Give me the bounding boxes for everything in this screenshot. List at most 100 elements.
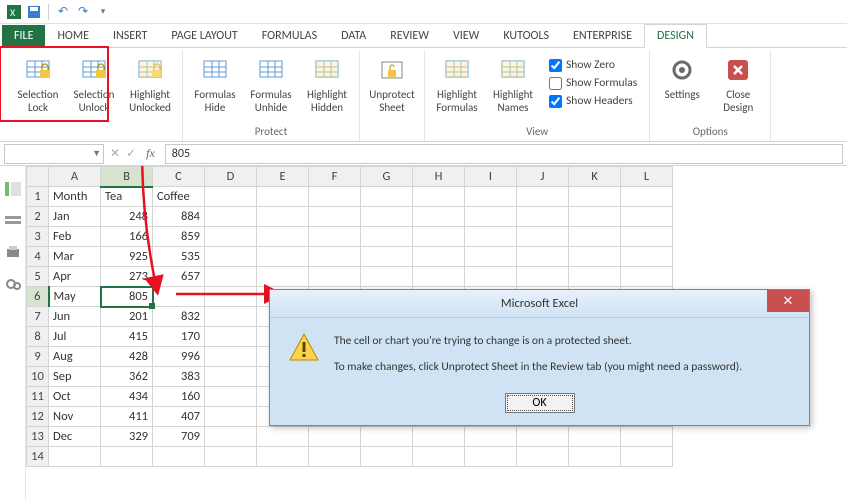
cell-B7[interactable]: 201: [101, 307, 153, 327]
col-header-C[interactable]: C: [153, 167, 205, 187]
cell-C12[interactable]: 407: [153, 407, 205, 427]
cell-E1[interactable]: [257, 187, 309, 207]
row-header-10[interactable]: 10: [27, 367, 49, 387]
cell-K4[interactable]: [569, 247, 621, 267]
cell-B4[interactable]: 925: [101, 247, 153, 267]
cell-A10[interactable]: Sep: [49, 367, 101, 387]
cell-B10[interactable]: 362: [101, 367, 153, 387]
cell-L2[interactable]: [621, 207, 673, 227]
col-header-A[interactable]: A: [49, 167, 101, 187]
cell-B14[interactable]: [101, 447, 153, 467]
tab-kutools[interactable]: KUTOOLS: [491, 25, 561, 47]
settings-button[interactable]: Settings: [656, 54, 708, 102]
cell-C8[interactable]: 170: [153, 327, 205, 347]
row-header-13[interactable]: 13: [27, 427, 49, 447]
cell-K3[interactable]: [569, 227, 621, 247]
cell-E13[interactable]: [257, 427, 309, 447]
cell-D3[interactable]: [205, 227, 257, 247]
cell-H1[interactable]: [413, 187, 465, 207]
cell-C3[interactable]: 859: [153, 227, 205, 247]
cell-B5[interactable]: 273: [101, 267, 153, 287]
cell-F4[interactable]: [309, 247, 361, 267]
row-header-9[interactable]: 9: [27, 347, 49, 367]
tab-home[interactable]: HOME: [45, 25, 101, 47]
col-header-I[interactable]: I: [465, 167, 517, 187]
col-header-J[interactable]: J: [517, 167, 569, 187]
cell-A13[interactable]: Dec: [49, 427, 101, 447]
tab-enterprise[interactable]: ENTERPRISE: [561, 25, 644, 47]
undo-icon[interactable]: ↶: [55, 4, 71, 20]
cell-C14[interactable]: [153, 447, 205, 467]
cell-A14[interactable]: [49, 447, 101, 467]
cell-D6[interactable]: [205, 287, 257, 307]
cell-D7[interactable]: [205, 307, 257, 327]
fx-icon[interactable]: fx: [146, 146, 155, 161]
show-headers-check-box[interactable]: [549, 95, 562, 108]
cell-B2[interactable]: 248: [101, 207, 153, 227]
cell-F1[interactable]: [309, 187, 361, 207]
cell-H14[interactable]: [413, 447, 465, 467]
tab-review[interactable]: REVIEW: [378, 25, 441, 47]
cell-C5[interactable]: 657: [153, 267, 205, 287]
cell-D9[interactable]: [205, 347, 257, 367]
cell-B8[interactable]: 415: [101, 327, 153, 347]
cell-F3[interactable]: [309, 227, 361, 247]
cell-B11[interactable]: 434: [101, 387, 153, 407]
cell-J13[interactable]: [517, 427, 569, 447]
col-header-L[interactable]: L: [621, 167, 673, 187]
cell-J2[interactable]: [517, 207, 569, 227]
highlight-hidden-button[interactable]: HighlightHidden: [301, 54, 353, 114]
row-header-7[interactable]: 7: [27, 307, 49, 327]
cell-D8[interactable]: [205, 327, 257, 347]
cell-I3[interactable]: [465, 227, 517, 247]
nav-find-icon[interactable]: [5, 278, 21, 292]
cell-B12[interactable]: 411: [101, 407, 153, 427]
tab-insert[interactable]: INSERT: [101, 25, 159, 47]
row-header-5[interactable]: 5: [27, 267, 49, 287]
cell-A2[interactable]: Jan: [49, 207, 101, 227]
cell-C9[interactable]: 996: [153, 347, 205, 367]
cell-G14[interactable]: [361, 447, 413, 467]
cell-B3[interactable]: 166: [101, 227, 153, 247]
col-header-E[interactable]: E: [257, 167, 309, 187]
cell-A8[interactable]: Jul: [49, 327, 101, 347]
cell-L5[interactable]: [621, 267, 673, 287]
cell-C1[interactable]: Coffee: [153, 187, 205, 207]
cell-G3[interactable]: [361, 227, 413, 247]
cell-L3[interactable]: [621, 227, 673, 247]
row-header-1[interactable]: 1: [27, 187, 49, 207]
cell-A9[interactable]: Aug: [49, 347, 101, 367]
cell-B6[interactable]: 805: [101, 287, 153, 307]
cell-K5[interactable]: [569, 267, 621, 287]
close-design-button[interactable]: CloseDesign: [712, 54, 764, 114]
cell-C7[interactable]: 832: [153, 307, 205, 327]
cell-L1[interactable]: [621, 187, 673, 207]
chevron-down-icon[interactable]: ▼: [92, 148, 101, 159]
cell-E2[interactable]: [257, 207, 309, 227]
cell-E5[interactable]: [257, 267, 309, 287]
cell-F2[interactable]: [309, 207, 361, 227]
row-header-3[interactable]: 3: [27, 227, 49, 247]
cell-D5[interactable]: [205, 267, 257, 287]
show-zero-check-box[interactable]: [549, 59, 562, 72]
cell-G1[interactable]: [361, 187, 413, 207]
col-header-H[interactable]: H: [413, 167, 465, 187]
formulas-hide-button[interactable]: FormulasHide: [189, 54, 241, 114]
col-header-D[interactable]: D: [205, 167, 257, 187]
name-box[interactable]: ▼: [4, 144, 104, 164]
cell-A11[interactable]: Oct: [49, 387, 101, 407]
cell-E3[interactable]: [257, 227, 309, 247]
cell-C10[interactable]: 383: [153, 367, 205, 387]
formulas-unhide-button[interactable]: FormulasUnhide: [245, 54, 297, 114]
cell-I13[interactable]: [465, 427, 517, 447]
col-header-G[interactable]: G: [361, 167, 413, 187]
cell-H2[interactable]: [413, 207, 465, 227]
save-icon[interactable]: [26, 4, 42, 20]
cell-C4[interactable]: 535: [153, 247, 205, 267]
formula-input[interactable]: 805: [165, 144, 843, 164]
cell-I1[interactable]: [465, 187, 517, 207]
cell-I4[interactable]: [465, 247, 517, 267]
cell-A5[interactable]: Apr: [49, 267, 101, 287]
cell-B9[interactable]: 428: [101, 347, 153, 367]
nav-layers-icon[interactable]: [5, 214, 21, 228]
